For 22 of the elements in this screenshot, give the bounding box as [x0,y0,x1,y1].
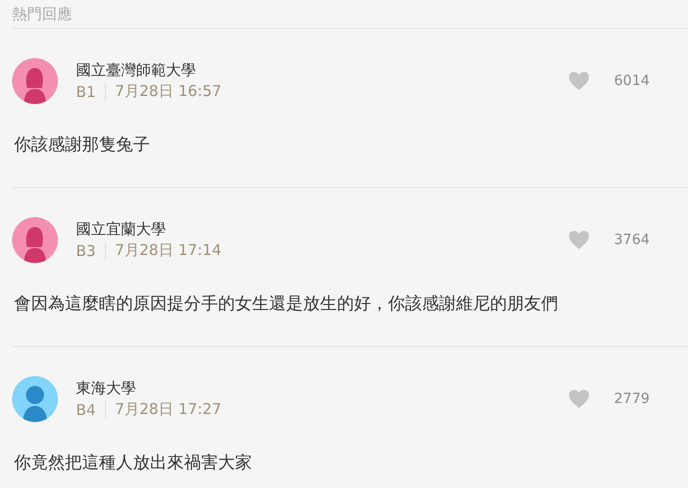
school-name: 東海大學 [76,379,137,398]
post-time: 7月28日 16:57 [114,82,222,101]
post-time: 7月28日 17:27 [114,400,222,419]
heart-icon[interactable] [568,71,590,91]
floor-number: B3 [76,242,106,260]
like-count: 3764 [614,232,651,248]
floor-number: B4 [76,400,106,418]
post-time: 7月28日 17:14 [114,241,222,260]
like-count: 6014 [614,73,651,89]
like-count: 2779 [614,391,651,407]
floor-number: B1 [76,82,106,100]
avatar-icon [12,376,58,422]
school-name: 國立臺灣師範大學 [76,61,197,80]
reply-text: 你該感謝那隻兔子 [14,134,151,156]
section-title: 熱門回應 [12,4,72,24]
reply-text: 會因為這麼瞎的原因提分手的女生還是放生的好，你該感謝維尼的朋友們 [14,293,559,315]
heart-icon[interactable] [568,230,590,250]
school-name: 國立宜蘭大學 [76,220,167,239]
heart-icon[interactable] [568,389,590,409]
avatar-icon [12,217,58,263]
avatar-icon [12,58,58,104]
reply-text: 你竟然把這種人放出來禍害大家 [14,452,253,474]
